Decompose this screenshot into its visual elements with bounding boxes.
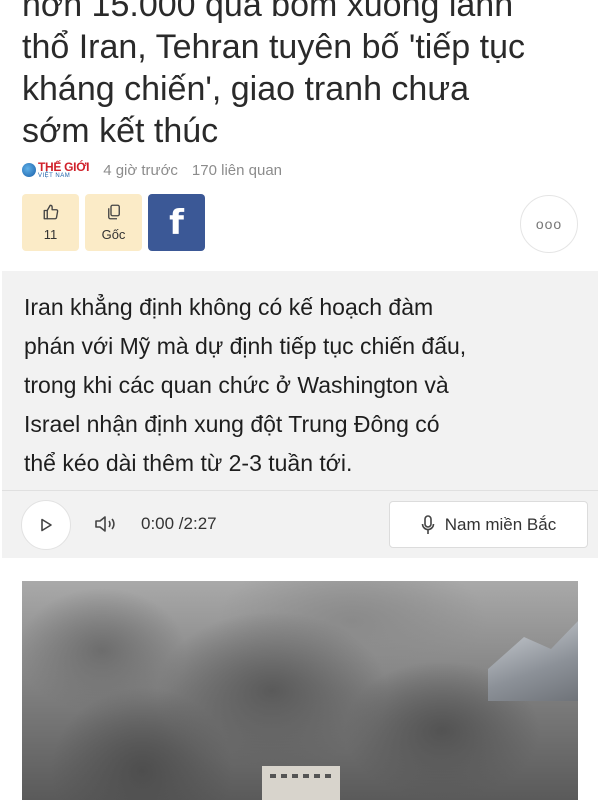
summary-line: phán với Mỹ mà dự định tiếp tục chiến đấ…: [24, 333, 467, 359]
time-ago: 4 giờ trước: [103, 161, 178, 179]
play-icon: [41, 518, 52, 532]
thumbs-up-icon: [43, 204, 58, 220]
volume-icon[interactable]: [93, 513, 117, 535]
article-headline: hơn 15.000 quả bom xuống lãnh thổ Iran, …: [22, 0, 582, 152]
headline-line: hơn 15.000 quả bom xuống lãnh: [22, 0, 514, 24]
facebook-share-button[interactable]: f: [148, 194, 205, 251]
globe-icon: [22, 163, 36, 177]
source-button[interactable]: Gốc: [85, 194, 142, 251]
source-logo[interactable]: THẾ GIỚI VIỆT NAM: [22, 160, 89, 180]
play-button[interactable]: [21, 500, 71, 550]
photo-building: [262, 766, 340, 800]
summary-line: thể kéo dài thêm từ 2-3 tuần tới.: [24, 450, 353, 476]
headline-line: kháng chiến', giao tranh chưa: [22, 70, 469, 108]
voice-label: Nam miền Bắc: [444, 514, 557, 534]
article-summary: Iran khẳng định không có kế hoạch đàm ph…: [2, 271, 598, 558]
copy-icon: [107, 204, 120, 220]
voice-select-button[interactable]: Nam miền Bắc: [389, 501, 588, 548]
headline-line: thổ Iran, Tehran tuyên bố 'tiếp tục: [22, 28, 525, 66]
like-count: 11: [43, 227, 58, 242]
like-button[interactable]: 11: [22, 194, 79, 251]
headline-line: sớm kết thúc: [22, 112, 219, 150]
photo-mountain: [488, 621, 578, 701]
summary-line: trong khi các quan chức ở Washington và: [24, 372, 449, 398]
playback-time: 0:00 /2:27: [141, 514, 217, 533]
more-options-button[interactable]: ooo: [520, 195, 578, 253]
article-photo[interactable]: [22, 581, 578, 800]
article-meta: THẾ GIỚI VIỆT NAM 4 giờ trước 170 liên q…: [22, 159, 282, 181]
facebook-icon: f: [169, 202, 184, 243]
summary-line: Israel nhận định xung đột Trung Đông có: [24, 411, 440, 437]
action-bar: 11 Gốc f: [22, 194, 205, 251]
source-label: Gốc: [101, 227, 126, 242]
microphone-icon: [421, 514, 435, 534]
related-count[interactable]: 170 liên quan: [192, 162, 282, 179]
source-logo-top: THẾ GIỚI: [38, 160, 90, 174]
more-icon: ooo: [535, 216, 563, 232]
source-logo-bottom: VIỆT NAM: [38, 173, 71, 179]
summary-text: Iran khẳng định không có kế hoạch đàm ph…: [24, 288, 584, 483]
summary-line: Iran khẳng định không có kế hoạch đàm: [24, 294, 434, 320]
audio-player: 0:00 /2:27 Nam miền Bắc: [2, 491, 598, 558]
